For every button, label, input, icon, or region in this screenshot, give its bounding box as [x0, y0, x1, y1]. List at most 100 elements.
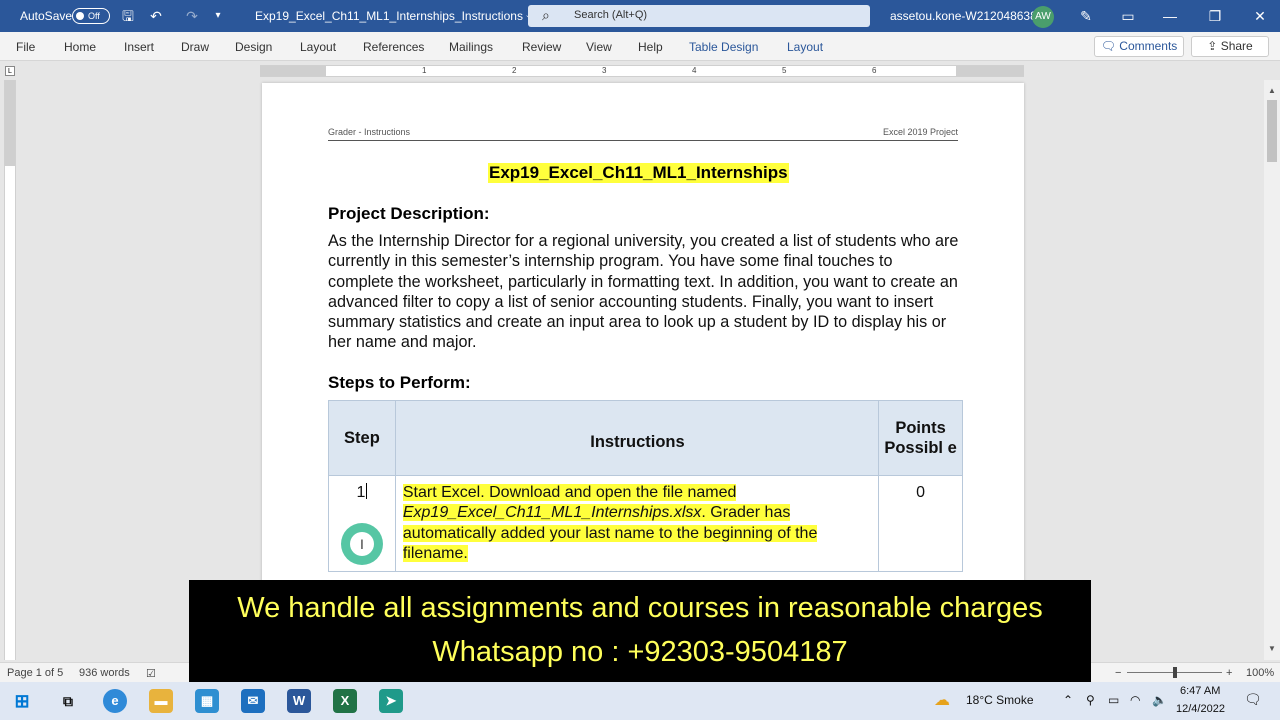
close-icon[interactable]: ✕ — [1250, 6, 1270, 26]
header-left: Grader - Instructions — [328, 127, 411, 137]
table-row: 1 Start Excel. Download and open the fil… — [328, 475, 963, 572]
save-icon[interactable]: 🖫 — [118, 6, 138, 26]
ruler-margin-left — [260, 66, 326, 76]
page-count[interactable]: Page 1 of 5 — [7, 667, 63, 679]
avatar[interactable]: AW — [1032, 6, 1054, 28]
ruler-number: 5 — [782, 66, 787, 75]
instruction-filename: Exp19_Excel_Ch11_ML1_Internships.xlsx — [402, 504, 702, 522]
search-icon: ⌕ — [542, 7, 550, 23]
redo-icon[interactable]: ↷ — [182, 6, 202, 26]
excel-taskbar-icon[interactable]: X — [333, 689, 357, 713]
show-hidden-icons-icon[interactable]: ⌃ — [1063, 693, 1073, 707]
tab-view[interactable]: View — [586, 40, 612, 54]
battery-icon[interactable]: ▭ — [1108, 693, 1119, 707]
instruction-text: Start Excel. Download and open the file … — [402, 484, 818, 562]
zoom-in-icon[interactable]: + — [1226, 667, 1232, 679]
tab-selector[interactable]: L — [5, 66, 15, 76]
document-title-heading: Exp19_Excel_Ch11_ML1_Internships — [488, 163, 789, 183]
comment-icon: 🗨 — [1100, 39, 1116, 53]
zoom-out-icon[interactable]: − — [1115, 667, 1121, 679]
windows-taskbar: ⊞ ⧉ e ▬ ▦ ✉ W X ➤ ☁ 18°C Smoke ⌃ ⚲ ▭ ◠ 🔈… — [0, 682, 1280, 720]
word-count[interactable]: 936 words — [79, 667, 130, 679]
scroll-thumb[interactable] — [1267, 100, 1277, 162]
header-instructions: Instructions — [394, 400, 880, 476]
document-title[interactable]: Exp19_Excel_Ch11_ML1_Internships_Instruc… — [255, 9, 535, 24]
comments-label: Comments — [1119, 39, 1178, 53]
restore-icon[interactable]: ❐ — [1205, 6, 1225, 26]
ruler-number: 4 — [692, 66, 697, 75]
tab-table-layout[interactable]: Layout — [787, 40, 823, 54]
store-icon[interactable]: ▦ — [195, 689, 219, 713]
notifications-icon[interactable]: 🗨 — [1244, 691, 1262, 708]
instruction-part1: Start Excel. Download and open the file … — [402, 484, 737, 501]
undo-icon[interactable]: ↶ — [146, 6, 166, 26]
pen-icon[interactable]: ✎ — [1076, 6, 1096, 26]
click-highlight-marker: I — [341, 523, 383, 565]
horizontal-ruler[interactable]: 1 2 3 4 5 6 — [260, 65, 1024, 77]
ruler-margin-right — [956, 66, 1024, 76]
word-taskbar-icon[interactable]: W — [287, 689, 311, 713]
instructions-cell[interactable]: Start Excel. Download and open the file … — [394, 475, 880, 572]
tab-mailings[interactable]: Mailings — [449, 40, 493, 54]
tab-layout[interactable]: Layout — [300, 40, 336, 54]
vertical-scrollbar[interactable]: ▲ ▼ — [1264, 80, 1280, 660]
toggle-knob — [76, 12, 84, 20]
task-view-icon[interactable]: ⧉ — [56, 689, 80, 713]
wifi-icon[interactable]: ◠ — [1130, 693, 1140, 707]
ruler-number: 1 — [422, 66, 427, 75]
ruler-margin-top — [5, 80, 15, 166]
table-header-row: Step Instructions Points Possibl e — [328, 400, 963, 476]
tab-draw[interactable]: Draw — [181, 40, 209, 54]
app-taskbar-icon[interactable]: ➤ — [379, 689, 403, 713]
page-header: Grader - Instructions Excel 2019 Project — [328, 127, 958, 141]
tab-review[interactable]: Review — [522, 40, 561, 54]
share-icon: ⇪ — [1207, 39, 1218, 53]
promo-caption-overlay: We handle all assignments and courses in… — [189, 580, 1091, 684]
zoom-level[interactable]: 100% — [1246, 667, 1274, 679]
proofing-icon[interactable]: ☑ — [146, 667, 156, 680]
volume-icon[interactable]: 🔈 — [1152, 693, 1167, 707]
mail-icon[interactable]: ✉ — [241, 689, 265, 713]
share-button[interactable]: ⇪ Share — [1191, 36, 1269, 57]
clock-date[interactable]: 12/4/2022 — [1176, 703, 1225, 715]
search-placeholder: Search (Alt+Q) — [574, 9, 648, 21]
ruler-number: 3 — [602, 66, 607, 75]
customize-qat-icon[interactable]: ▾ — [208, 6, 228, 26]
tab-insert[interactable]: Insert — [124, 40, 154, 54]
title-bar: AutoSave Off 🖫 ↶ ↷ ▾ Exp19_Excel_Ch11_ML… — [0, 0, 1280, 32]
vertical-ruler[interactable] — [4, 80, 16, 660]
clock-time[interactable]: 6:47 AM — [1180, 685, 1220, 697]
tab-table-design[interactable]: Table Design — [689, 40, 758, 54]
account-name[interactable]: assetou.kone-W212048638 — [890, 9, 1037, 23]
steps-table: Step Instructions Points Possibl e 1 Sta… — [328, 400, 963, 572]
autosave-toggle[interactable]: Off — [72, 8, 110, 24]
tab-help[interactable]: Help — [638, 40, 663, 54]
meet-now-icon[interactable]: ⚲ — [1086, 693, 1095, 707]
ribbon-tabs: File Home Insert Draw Design Layout Refe… — [0, 32, 1280, 61]
tab-references[interactable]: References — [363, 40, 424, 54]
scroll-down-icon[interactable]: ▼ — [1264, 644, 1280, 656]
zoom-slider-thumb[interactable] — [1173, 667, 1177, 678]
points-cell[interactable]: 0 — [878, 475, 963, 572]
word-window: AutoSave Off 🖫 ↶ ↷ ▾ Exp19_Excel_Ch11_ML… — [0, 0, 1280, 720]
ribbon-display-icon[interactable]: ▭ — [1118, 6, 1138, 26]
scroll-up-icon[interactable]: ▲ — [1264, 86, 1280, 98]
minimize-icon[interactable]: — — [1160, 6, 1180, 26]
weather-text[interactable]: 18°C Smoke — [966, 693, 1034, 707]
share-label: Share — [1220, 39, 1253, 53]
windows-start-icon[interactable]: ⊞ — [10, 689, 34, 713]
edge-icon[interactable]: e — [103, 689, 127, 713]
tab-design[interactable]: Design — [235, 40, 272, 54]
file-explorer-icon[interactable]: ▬ — [149, 689, 173, 713]
tab-file[interactable]: File — [16, 40, 35, 54]
caption-line-1: We handle all assignments and courses in… — [237, 592, 1043, 624]
step-number: 1 — [356, 484, 366, 501]
tab-home[interactable]: Home — [64, 40, 96, 54]
caption-line-2: Whatsapp no : +92303-9504187 — [432, 636, 848, 668]
header-points: Points Possibl e — [878, 400, 963, 476]
search-input[interactable]: ⌕ Search (Alt+Q) — [528, 5, 870, 27]
weather-icon[interactable]: ☁ — [934, 690, 950, 710]
text-cursor — [366, 483, 368, 499]
comments-button[interactable]: 🗨 Comments — [1094, 36, 1184, 57]
project-description-heading: Project Description: — [328, 204, 490, 223]
